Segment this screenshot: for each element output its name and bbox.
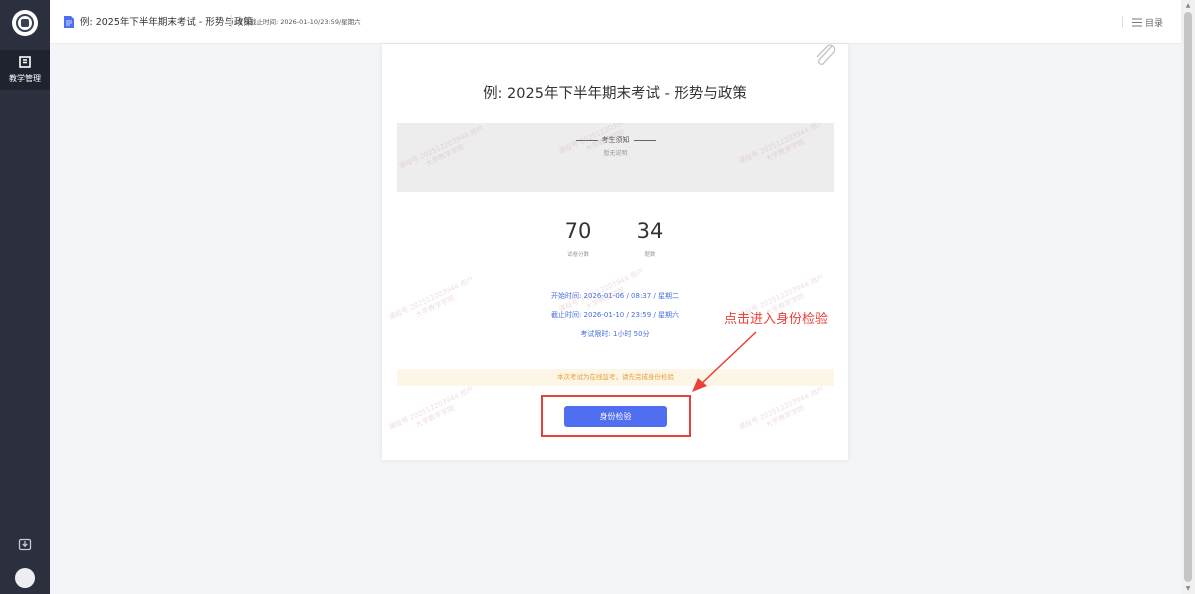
- question-count-stat: 34 题数: [620, 218, 680, 258]
- score-stat: 70 试卷分数: [548, 218, 608, 258]
- watermark: 课程号 202512203944 用户 大学教学学院: [387, 385, 476, 432]
- exam-deadline: 考核截止时间: 2026-01-10/23:59/星期六: [237, 18, 361, 26]
- divider: [633, 139, 656, 141]
- notice-box: 考生须知 暂无说明 课程号 202512203944 用户 大学教学学院 课程号 …: [397, 123, 834, 192]
- duration: 考试限时: 1小时 50分: [580, 330, 650, 338]
- annotation-highlight-box: [541, 395, 691, 437]
- scrollbar-thumb[interactable]: [1184, 12, 1192, 582]
- divider: [1122, 16, 1123, 28]
- exam-title: 例: 2025年下半年期末考试 - 形势与政策: [80, 17, 253, 28]
- download-button[interactable]: [15, 534, 35, 554]
- scroll-up-icon[interactable]: ▲: [1184, 2, 1192, 10]
- list-icon: [1132, 17, 1142, 27]
- annotation-text: 点击进入身份检验: [724, 312, 829, 327]
- toc-label: 目录: [1145, 18, 1164, 29]
- divider: [575, 139, 598, 141]
- question-count-value: 34: [636, 219, 664, 243]
- notice-header: 考生须知: [397, 135, 834, 145]
- avatar[interactable]: [15, 568, 35, 588]
- annotation-arrow-icon: [692, 331, 757, 392]
- question-count-label: 题数: [644, 252, 656, 258]
- divider: [231, 15, 232, 27]
- top-bar: 例: 2025年下半年期末考试 - 形势与政策 考核截止时间: 2026-01-…: [50, 0, 1181, 44]
- toc-button[interactable]: 目录: [1132, 13, 1163, 31]
- logo-emblem-icon: [16, 14, 34, 32]
- notice-title: 考生须知: [601, 136, 630, 144]
- sidebar: 教学管理: [0, 0, 50, 594]
- logo[interactable]: [12, 10, 38, 36]
- score-value: 70: [564, 219, 592, 243]
- exam-stats: 70 试卷分数 34 题数: [382, 218, 848, 264]
- sidebar-item-teaching-management[interactable]: 教学管理: [0, 50, 50, 90]
- card-title: 例: 2025年下半年期末考试 - 形势与政策: [483, 86, 747, 102]
- paperclip-icon: [816, 44, 836, 65]
- notice-description: 暂无说明: [603, 150, 628, 157]
- sidebar-item-label: 教学管理: [9, 74, 41, 83]
- score-label: 试卷分数: [566, 252, 589, 258]
- start-time: 开始时间: 2026-01-06 / 08:37 / 星期二: [550, 292, 680, 300]
- download-icon: [18, 538, 32, 551]
- scroll-down-icon[interactable]: ▼: [1184, 585, 1192, 593]
- teaching-icon: [19, 56, 31, 70]
- document-icon: [64, 16, 74, 28]
